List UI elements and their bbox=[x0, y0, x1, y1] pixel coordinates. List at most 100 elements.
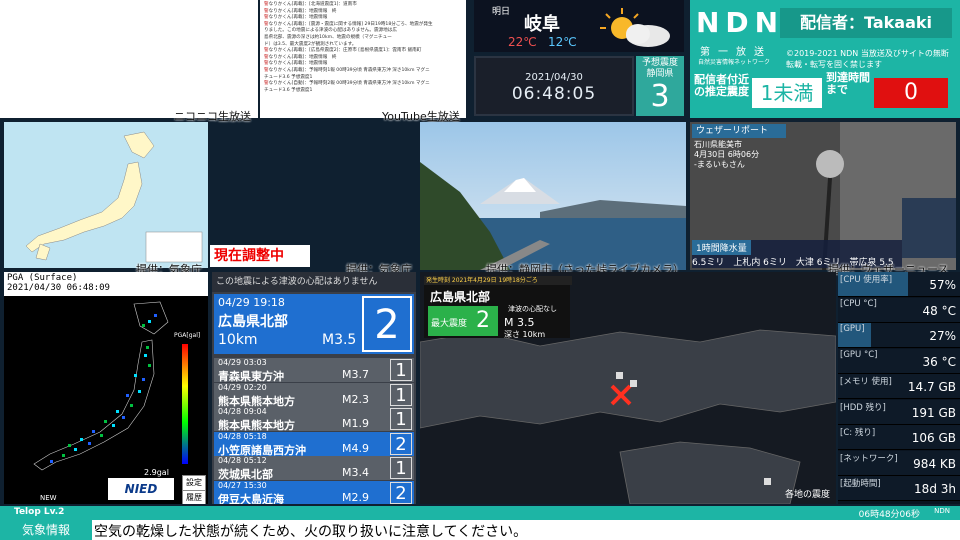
nied-logo: NIED bbox=[108, 478, 174, 500]
temp-low: 12℃ bbox=[548, 35, 577, 49]
map-legend: 各地の震度 bbox=[784, 490, 830, 500]
telop-bar: Telop Lv.2 06時48分06秒 NDN bbox=[0, 506, 960, 520]
telop-level: Telop Lv.2 bbox=[14, 507, 65, 517]
quake-magnitude: M2.3 bbox=[342, 392, 369, 406]
comment-text: なりかくん[再載]：地震情報 bbox=[268, 15, 328, 21]
comment-row: 島県北部、震源の深さは約10km、地震の規模（マグニチュー bbox=[264, 35, 462, 42]
comment-text: りました。この地震による津波の心配はありません。震源地は広 bbox=[264, 28, 397, 34]
pga-station-dot bbox=[154, 314, 157, 317]
pga-station-dot bbox=[126, 394, 129, 397]
stat-value: 57% bbox=[929, 278, 956, 292]
comment-row: りました。この地震による津波の心配はありません。震源地は広 bbox=[264, 28, 462, 35]
stat-label: [メモリ 使用] bbox=[840, 377, 892, 387]
quake-shindo: 2 bbox=[390, 432, 412, 455]
quake-row[interactable]: 04/28 05:12 茨城県北部 M3.4 1 bbox=[214, 456, 414, 481]
pga-station-dot bbox=[74, 448, 77, 451]
comment-text: なりかくん[再載]：[北海道震度1]：道南市 bbox=[268, 2, 357, 7]
comment-row: 警なりかくん[再載]：地震情報 bbox=[264, 15, 462, 22]
forecast-city: 岐阜 bbox=[524, 14, 560, 35]
settings-button[interactable]: 設定 bbox=[182, 475, 206, 491]
quake-row[interactable]: 04/29 02:20 熊本県熊本地方 M2.3 1 bbox=[214, 382, 414, 408]
quake-magnitude: M1.9 bbox=[342, 417, 369, 430]
pga-map bbox=[33, 301, 188, 471]
comment-row: 警なりかくん[自動]：予報時刻2報 00時39分頃 青森県東方沖 深さ10km … bbox=[264, 81, 462, 88]
latest-quake[interactable]: 04/29 19:18 広島県北部 10km M3.5 2 bbox=[214, 294, 414, 354]
quake-row[interactable]: 04/28 05:18 小笠原諸島西方沖 M4.9 2 bbox=[214, 431, 414, 457]
pga-station-dot bbox=[148, 320, 151, 323]
ticker-label: 気象情報 bbox=[0, 520, 92, 540]
quake-shindo: 1 bbox=[390, 383, 412, 406]
pga-max: 2.9gal bbox=[144, 468, 169, 477]
sun-cloud-icon bbox=[600, 8, 670, 47]
predicted-intensity-box: 予想震度 静岡県 3 bbox=[636, 56, 684, 116]
clock-date: 2021/04/30 bbox=[525, 72, 583, 83]
comment-text: なりかくん[再載]：[広島県震度2]：庄原市 [島根県震度1]：雲南市 飯南町 bbox=[268, 48, 422, 54]
stat-label: [起動時間] bbox=[840, 479, 881, 489]
stat-value: 48 °C bbox=[922, 303, 956, 318]
pga-unit: PGA[gal] bbox=[174, 332, 201, 339]
tsunami-notice: この地震による津波の心配はありません bbox=[212, 272, 416, 292]
comment-text: なりかくん[自動]：予報時刻2報 00時39分頃 青森県東方沖 深さ10km マ… bbox=[268, 81, 430, 87]
pga-station-dot bbox=[116, 410, 119, 413]
pga-station-dot bbox=[104, 420, 107, 423]
japan-map bbox=[4, 122, 208, 268]
quake-row[interactable]: 04/29 03:03 青森県東方沖 M3.7 1 bbox=[214, 358, 414, 383]
stat-value: 18d 3h bbox=[914, 482, 956, 496]
stat-value: 36 °C bbox=[922, 354, 956, 369]
predicted-region: 静岡県 bbox=[646, 69, 674, 79]
quake-time: 04/28 09:04 bbox=[218, 407, 267, 416]
stat-item: [CPU °C] 48 °C bbox=[838, 297, 960, 323]
quake-magnitude: M4.9 bbox=[342, 441, 369, 455]
stat-label: [HDD 残り] bbox=[840, 402, 886, 413]
pga-station-dot bbox=[62, 454, 65, 457]
pga-station-dot bbox=[146, 346, 149, 349]
stat-value: 984 KB bbox=[913, 456, 956, 471]
weather-report-header: ウェザーリポート bbox=[692, 124, 786, 138]
pga-station-dot bbox=[144, 354, 147, 357]
stat-item: [起動時間] 18d 3h bbox=[838, 476, 960, 501]
quake-time: 04/29 02:20 bbox=[218, 382, 267, 392]
comment-text: ド）は3.5、最大震度2が観測されています。 bbox=[264, 41, 357, 47]
stat-label: [CPU °C] bbox=[840, 298, 877, 309]
telop-time: 06時48分06秒 bbox=[858, 510, 920, 520]
ndn-logo: NDN bbox=[696, 6, 785, 39]
history-button[interactable]: 履歴 bbox=[182, 490, 206, 504]
pga-station-dot bbox=[142, 378, 145, 381]
stat-label: [CPU 使用率] bbox=[840, 275, 893, 285]
adjusting-notice: 現在調整中 bbox=[210, 245, 310, 267]
stat-item: [CPU 使用率] 57% bbox=[838, 272, 960, 297]
comment-text: なりかくん[再載]：地震情報 bbox=[268, 61, 328, 67]
stat-value: 27% bbox=[929, 329, 956, 343]
telop-ndn: NDN bbox=[934, 507, 950, 515]
stat-item: [GPU] 27% bbox=[838, 323, 960, 348]
stat-item: [HDD 残り] 191 GB bbox=[838, 399, 960, 425]
quake-row[interactable]: 04/27 15:30 伊豆大島近海 M2.9 2 bbox=[214, 480, 414, 504]
info-ticker: 気象情報 空気の乾燥した状態が続くため、火の取り扱いに注意してください。 bbox=[0, 520, 960, 540]
quake-row[interactable]: 04/28 09:04 熊本県熊本地方 M1.9 1 bbox=[214, 407, 414, 432]
quake-shindo: 1 bbox=[390, 359, 412, 381]
clock-panel: 2021/04/30 06:48:05 bbox=[474, 56, 634, 116]
stat-label: [ネットワーク] bbox=[840, 453, 898, 464]
temp-high: 22℃ bbox=[508, 35, 537, 49]
quake-shindo: 1 bbox=[390, 408, 412, 430]
pga-station-dot bbox=[142, 324, 145, 327]
stat-item: [ネットワーク] 984 KB bbox=[838, 450, 960, 476]
ticker-text: 空気の乾燥した状態が続くため、火の取り扱いに注意してください。 bbox=[94, 524, 528, 540]
pga-header: PGA (Surface) 2021/04/30 06:48:09 bbox=[4, 272, 208, 296]
comment-row: チュード3.6 予想震度1 bbox=[264, 88, 462, 95]
quake-time: 04/27 15:30 bbox=[218, 480, 267, 490]
estimated-intensity-label: 配信者付近の推定震度 bbox=[694, 73, 749, 98]
pga-station-dot bbox=[80, 438, 83, 441]
weather-report-location: 石川県能美市 4月30日 6時06分 -まるいもさん bbox=[694, 140, 760, 169]
stat-value: 14.7 GB bbox=[907, 380, 956, 394]
comment-text: なりかくん[再載]：予報時刻1報 00時39分頃 青森県東方沖 深さ10km マ… bbox=[268, 67, 430, 73]
comment-text: なりかくん[再載]：地震情報 終 bbox=[268, 8, 337, 14]
stat-value: 106 GB bbox=[911, 431, 956, 445]
pga-station-dot bbox=[112, 424, 115, 427]
comment-row: 警なりかくん[再載]：[広島県震度2]：庄原市 [島根県震度1]：雲南市 飯南町 bbox=[264, 48, 462, 55]
arrival-value: 0 bbox=[874, 78, 948, 108]
quake-shindo: 1 bbox=[390, 457, 412, 479]
quake-shindo: 2 bbox=[390, 481, 412, 504]
comment-text: チュード3.6 予想震度1 bbox=[264, 87, 313, 93]
predicted-label: 予想震度 bbox=[641, 58, 678, 68]
